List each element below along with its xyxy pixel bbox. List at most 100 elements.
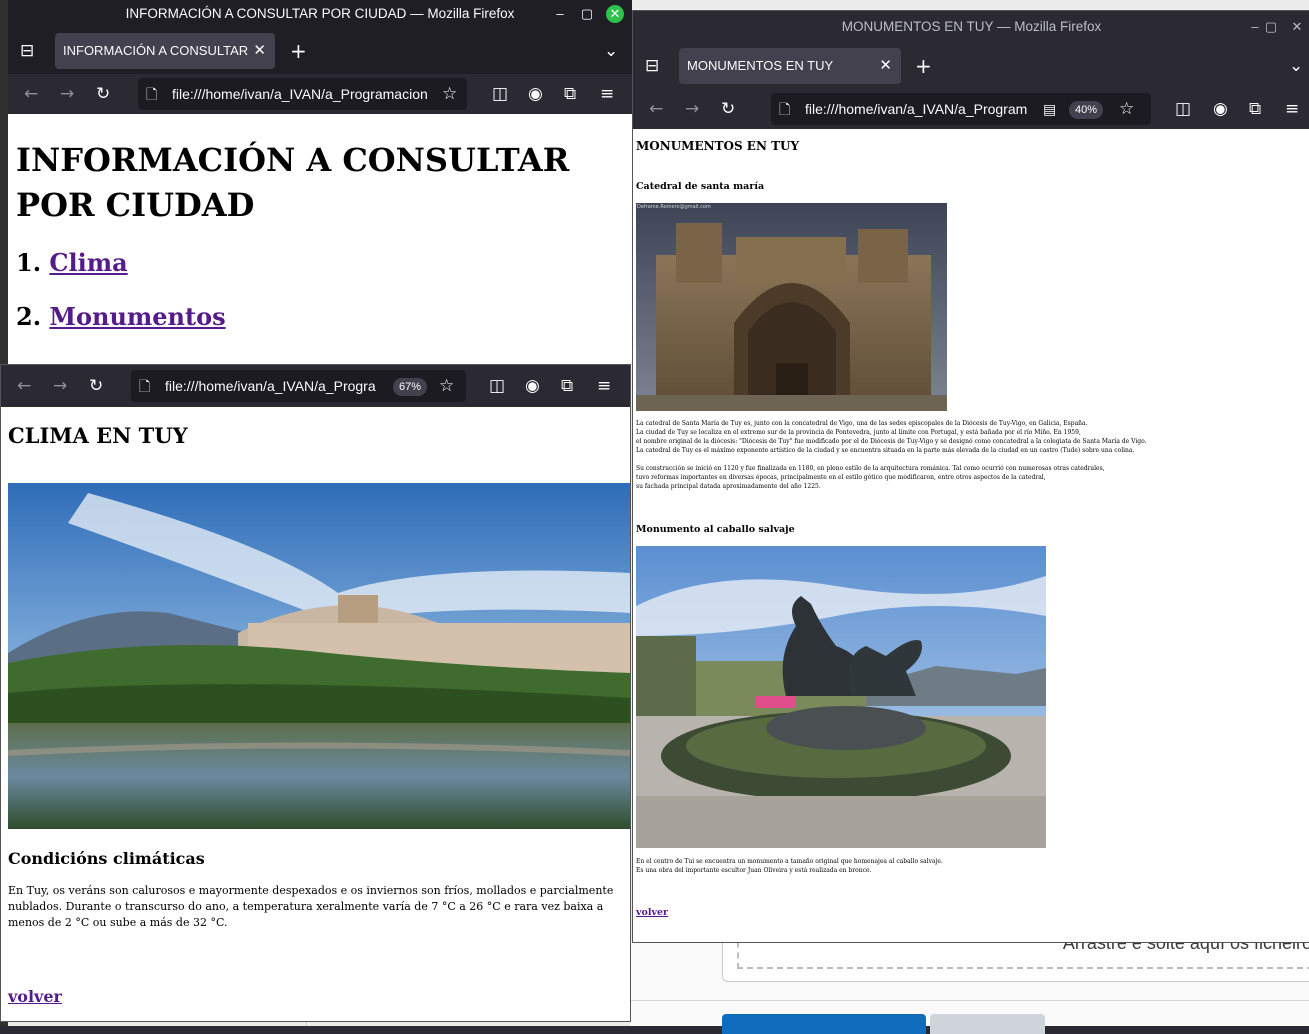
tab-label: INFORMACIÓN A CONSULTAR POR CIUDAD [63, 43, 249, 58]
forward-arrow-icon[interactable]: → [60, 85, 74, 103]
pocket-icon[interactable]: ◫ [1175, 100, 1191, 118]
reload-icon[interactable]: ↻ [96, 85, 110, 103]
url-text: file:///home/ivan/a_IVAN/a_Progra [165, 378, 376, 394]
background-secondary-button[interactable] [930, 1014, 1045, 1034]
window-title: INFORMACIÓN A CONSULTAR POR CIUDAD — Moz… [125, 6, 515, 21]
extensions-icon[interactable]: ⧉ [564, 85, 576, 103]
page-icon: 🗋 [146, 86, 158, 102]
section-title-caballo: Monumento al caballo salvaje [636, 524, 795, 535]
clima-link[interactable]: Clima [49, 248, 127, 277]
section-subheading: Condicións climáticas [8, 849, 205, 868]
text-line: su fachada principal datada aproximadame… [636, 483, 821, 490]
zoom-indicator[interactable]: 40% [1069, 101, 1104, 119]
menu-icon[interactable]: ≡ [600, 85, 614, 103]
tab-informacion[interactable]: INFORMACIÓN A CONSULTAR POR CIUDAD ✕ [55, 33, 275, 69]
maximize-button[interactable]: ▢ [579, 6, 595, 22]
close-window-button[interactable]: ✕ [1289, 19, 1305, 35]
reader-view-icon[interactable]: ▤ [1043, 100, 1056, 118]
text-line: La catedral de Santa María de Tuy es, ju… [636, 420, 1088, 427]
item-number: 1. [16, 248, 42, 277]
volver-link[interactable]: volver [8, 987, 62, 1006]
new-tab-icon[interactable]: + [290, 41, 307, 61]
page-content: INFORMACIÓN A CONSULTAR POR CIUDAD 1. Cl… [8, 114, 632, 364]
minimize-button[interactable]: – [1247, 19, 1263, 35]
monumentos-link[interactable]: Monumentos [49, 302, 225, 331]
tab-bar: ⊟ INFORMACIÓN A CONSULTAR POR CIUDAD ✕ +… [8, 28, 632, 74]
tab-list-icon[interactable]: ⊟ [20, 42, 34, 60]
climate-paragraph: En Tuy, os veráns son calurosos e mayorm… [8, 884, 614, 929]
url-bar[interactable]: 🗋 file:///home/ivan/a_IVAN/a_Programacio… [138, 78, 467, 110]
background-primary-button[interactable] [722, 1014, 926, 1034]
tab-list-icon[interactable]: ⊟ [645, 57, 659, 75]
close-tab-icon[interactable]: ✕ [253, 41, 266, 59]
menu-icon[interactable]: ≡ [597, 377, 611, 395]
extensions-icon[interactable]: ⧉ [561, 377, 573, 395]
minimize-button[interactable]: – [552, 6, 568, 22]
back-arrow-icon[interactable]: ← [24, 85, 38, 103]
close-tab-icon[interactable]: ✕ [879, 56, 892, 74]
tab-bar: ⊟ MONUMENTOS EN TUY ✕ + ⌄ [633, 43, 1309, 89]
nav-bar: ← → ↻ 🗋 file:///home/ivan/a_IVAN/a_Progr… [8, 74, 632, 114]
titlebar: INFORMACIÓN A CONSULTAR POR CIUDAD — Moz… [8, 0, 632, 28]
bookmark-star-icon[interactable]: ☆ [1119, 100, 1134, 118]
text-line: La catedral de Tuy es el máximo exponent… [636, 447, 1135, 454]
page-heading: MONUMENTOS EN TUY [636, 139, 800, 153]
account-icon[interactable]: ◉ [528, 85, 543, 103]
url-bar[interactable]: 🗋 file:///home/ivan/a_IVAN/a_Program ▤ 4… [771, 93, 1151, 125]
reload-icon[interactable]: ↻ [89, 377, 103, 395]
zoom-indicator[interactable]: 67% [393, 378, 428, 396]
text-line: En el centro de Tui se encuentra un monu… [636, 858, 943, 865]
text-line: La ciudad de Tuy se localiza en el extre… [636, 429, 1081, 436]
window-clima: ← → ↻ 🗋 file:///home/ivan/a_IVAN/a_Progr… [0, 364, 631, 1022]
pocket-icon[interactable]: ◫ [492, 85, 508, 103]
bookmark-star-icon[interactable]: ☆ [442, 85, 457, 103]
forward-arrow-icon[interactable]: → [685, 100, 699, 118]
menu-icon[interactable]: ≡ [1285, 100, 1299, 118]
page-content: CLIMA EN TUY Condicións climáticas En Tu… [1, 407, 630, 1021]
reload-icon[interactable]: ↻ [721, 100, 735, 118]
page-icon: 🗋 [139, 378, 151, 394]
caballo-description: En el centro de Tui se encuentra un monu… [636, 857, 943, 875]
tab-monumentos[interactable]: MONUMENTOS EN TUY ✕ [679, 48, 901, 84]
account-icon[interactable]: ◉ [1213, 100, 1228, 118]
account-icon[interactable]: ◉ [525, 377, 540, 395]
window-monumentos: MONUMENTOS EN TUY — Mozilla Firefox – ▢ … [632, 10, 1309, 943]
url-text: file:///home/ivan/a_IVAN/a_Programacion [172, 86, 428, 102]
caballo-image [636, 546, 1046, 848]
image-watermark: Deframe.Romero@gmail.com [637, 204, 711, 210]
chevron-down-icon[interactable]: ⌄ [604, 42, 618, 60]
menu-item-monumentos: 2. Monumentos [16, 302, 226, 331]
item-number: 2. [16, 302, 42, 331]
tuy-landscape-image [8, 483, 630, 829]
text-line: Es una obra del importante escultor Juan… [636, 867, 872, 874]
text-line: tuvo reformas importantes en diversas ép… [636, 474, 1046, 481]
maximize-button[interactable]: ▢ [1263, 19, 1279, 35]
window-informacion: INFORMACIÓN A CONSULTAR POR CIUDAD — Moz… [8, 0, 632, 364]
catedral-image: Deframe.Romero@gmail.com [636, 203, 947, 411]
background-divider [630, 1000, 1309, 1001]
nav-bar: ← → ↻ 🗋 file:///home/ivan/a_IVAN/a_Progr… [1, 365, 630, 407]
extensions-icon[interactable]: ⧉ [1249, 100, 1261, 118]
text-line: el nombre original de la diócesis: "Dióc… [636, 438, 1147, 445]
page-heading: CLIMA EN TUY [8, 423, 188, 448]
section-title-catedral: Catedral de santa maría [636, 181, 765, 192]
url-text: file:///home/ivan/a_IVAN/a_Program [805, 101, 1028, 117]
titlebar: MONUMENTOS EN TUY — Mozilla Firefox – ▢ … [633, 11, 1309, 43]
close-window-button[interactable]: ✕ [606, 5, 624, 23]
new-tab-icon[interactable]: + [915, 56, 932, 76]
pocket-icon[interactable]: ◫ [489, 377, 505, 395]
tab-label: MONUMENTOS EN TUY [687, 58, 834, 73]
page-heading: INFORMACIÓN A CONSULTAR POR CIUDAD [16, 141, 570, 224]
text-line: Su construcción se inició en 1120 y fue … [636, 465, 1105, 472]
url-bar[interactable]: 🗋 file:///home/ivan/a_IVAN/a_Progra 67% … [131, 370, 466, 402]
forward-arrow-icon[interactable]: → [53, 377, 67, 395]
bookmark-star-icon[interactable]: ☆ [439, 377, 454, 395]
page-icon: 🗋 [779, 101, 791, 117]
back-arrow-icon[interactable]: ← [649, 100, 663, 118]
chevron-down-icon[interactable]: ⌄ [1289, 57, 1303, 75]
nav-bar: ← → ↻ 🗋 file:///home/ivan/a_IVAN/a_Progr… [633, 89, 1309, 129]
back-arrow-icon[interactable]: ← [17, 377, 31, 395]
volver-link[interactable]: volver [636, 907, 668, 918]
menu-item-clima: 1. Clima [16, 248, 128, 277]
